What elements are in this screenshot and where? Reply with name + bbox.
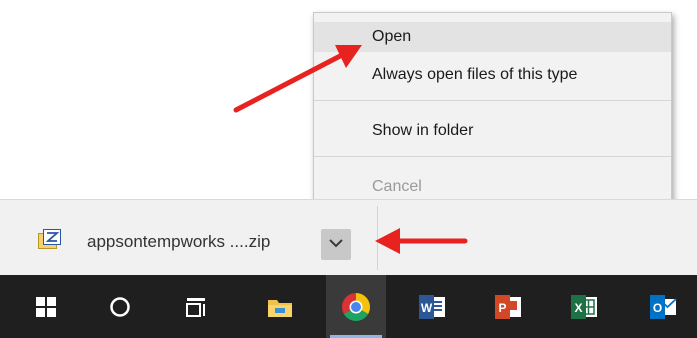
menu-separator <box>314 100 671 101</box>
download-file-name: appsontempworks ....zip <box>87 232 271 251</box>
excel-icon: X <box>571 294 597 319</box>
excel-button[interactable]: X <box>554 275 614 338</box>
menu-item-show-in-folder[interactable]: Show in folder <box>314 116 671 146</box>
svg-text:P: P <box>498 301 506 315</box>
menu-item-show-in-folder-label: Show in folder <box>372 122 474 139</box>
download-menu-button[interactable] <box>321 229 351 260</box>
menu-separator <box>314 156 671 157</box>
menu-item-cancel-label: Cancel <box>372 178 422 195</box>
shelf-divider <box>377 206 378 270</box>
cortana-button[interactable] <box>90 275 150 338</box>
task-view-button[interactable] <box>166 275 226 338</box>
svg-text:W: W <box>421 301 433 315</box>
zip-file-icon <box>38 229 62 249</box>
cortana-search-icon <box>110 296 130 317</box>
powerpoint-button[interactable]: P <box>478 275 538 338</box>
menu-item-always-open[interactable]: Always open files of this type <box>314 60 671 90</box>
outlook-icon: O <box>650 294 677 319</box>
svg-text:X: X <box>574 301 582 315</box>
download-context-menu: Open Always open files of this type Show… <box>313 12 672 207</box>
menu-item-open[interactable]: Open <box>314 22 671 52</box>
menu-item-open-label: Open <box>372 28 412 45</box>
word-icon: W <box>419 294 445 319</box>
svg-text:O: O <box>653 301 662 315</box>
file-explorer-button[interactable] <box>250 275 310 338</box>
word-button[interactable]: W <box>402 275 462 338</box>
download-shelf: appsontempworks ....zip <box>0 199 697 275</box>
chrome-button[interactable] <box>326 275 386 338</box>
outlook-button[interactable]: O <box>633 275 693 338</box>
file-explorer-icon <box>268 299 292 317</box>
chevron-down-icon <box>329 239 343 248</box>
powerpoint-icon: P <box>495 294 521 319</box>
menu-item-cancel: Cancel <box>314 172 671 202</box>
windows-taskbar: W P X O <box>0 275 697 338</box>
menu-item-always-open-label: Always open files of this type <box>372 66 578 83</box>
start-button[interactable] <box>16 275 76 338</box>
chrome-icon <box>342 292 370 321</box>
windows-start-icon <box>36 296 56 317</box>
download-item[interactable]: appsontempworks ....zip <box>30 227 370 263</box>
task-view-icon <box>186 297 205 317</box>
